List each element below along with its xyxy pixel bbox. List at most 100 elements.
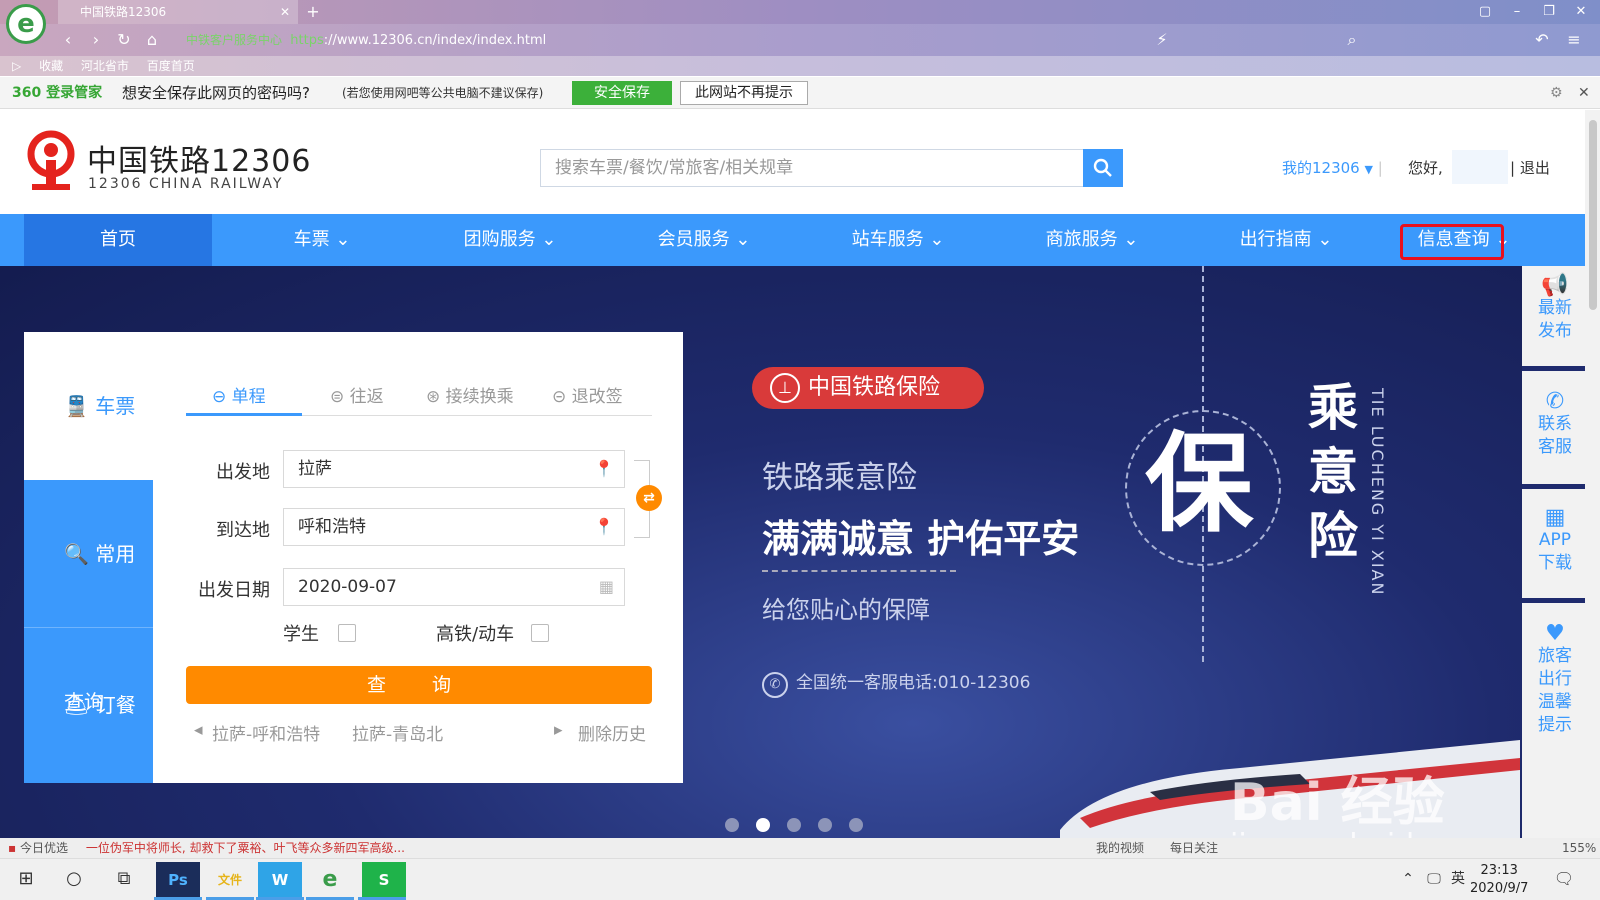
lightning-icon[interactable]: ⚡ [1150, 28, 1174, 52]
settings-icon[interactable]: ⚙ [1550, 77, 1563, 109]
my12306-link[interactable]: 我的12306 ▼ | [1282, 157, 1383, 178]
trip-tab-refund[interactable]: ⊝ 退改签 [552, 382, 623, 416]
carousel-dot[interactable] [725, 818, 739, 832]
site-search-input[interactable]: 搜索车票/餐饮/常旅客/相关规章 [540, 149, 1084, 187]
safe-save-button[interactable]: 安全保存 [572, 81, 672, 105]
hotline-text: 全国统一客服电话:010-12306 [796, 673, 1031, 693]
close-tab-icon[interactable]: ✕ [280, 0, 290, 24]
trip-tab-transfer[interactable]: ⊛ 接续换乘 [426, 382, 514, 416]
menu-icon[interactable]: ≡ [1562, 28, 1586, 52]
nav-guide[interactable]: 出行指南 ⌄ [1216, 214, 1356, 266]
minimize-icon[interactable]: – [1502, 0, 1532, 24]
nav-member[interactable]: 会员服务 ⌄ [634, 214, 774, 266]
side-service[interactable]: ✆ 联系客服 [1530, 390, 1580, 459]
from-input[interactable]: 拉萨 📍 [283, 450, 625, 488]
word-app-icon[interactable]: W [258, 862, 302, 898]
today-picks[interactable]: 今日优选 [20, 841, 68, 855]
carousel-dot[interactable] [849, 818, 863, 832]
cert-label: 中铁客户服务中心 [186, 33, 283, 47]
student-checkbox[interactable] [338, 624, 356, 642]
file-explorer-icon[interactable]: 文件 [208, 862, 252, 898]
fav-item[interactable]: 河北省市 [81, 59, 129, 73]
tab-common-query[interactable]: 🔍 常用查询 [24, 480, 153, 714]
highspeed-checkbox[interactable] [531, 624, 549, 642]
phone-icon: ✆ [762, 672, 788, 698]
daily-follow-link[interactable]: 每日关注 [1170, 838, 1218, 858]
site-title[interactable]: 中国铁路12306 [87, 136, 311, 180]
back-icon[interactable]: ‹ [56, 28, 80, 52]
logout-link[interactable]: | 退出 [1510, 157, 1550, 178]
search-icon[interactable]: ⌕ [1340, 28, 1364, 52]
skin-icon[interactable]: ▢ [1470, 0, 1500, 24]
nav-home[interactable]: 首页 [24, 214, 212, 266]
trip-tab-oneway[interactable]: ⊖ 单程 [212, 382, 266, 416]
never-prompt-button[interactable]: 此网站不再提示 [680, 81, 808, 105]
clock[interactable]: 23:13 2020/9/7 [1470, 862, 1528, 898]
china-railway-logo-icon[interactable] [24, 130, 78, 192]
logout-label: 退出 [1519, 159, 1550, 177]
restore-icon[interactable]: ❐ [1534, 0, 1564, 24]
to-input[interactable]: 呼和浩特 📍 [283, 508, 625, 546]
zoom-level[interactable]: 155% [1562, 838, 1596, 858]
carousel-dot-active[interactable] [756, 818, 770, 832]
history-prev-icon[interactable]: ◂ [194, 720, 203, 740]
insurance-pill[interactable]: ⊥ 中国铁路保险 [752, 367, 984, 409]
date-input[interactable]: 2020-09-07 ▦ [283, 568, 625, 606]
fav-item[interactable]: 收藏 [39, 59, 63, 73]
site-search-button[interactable] [1083, 149, 1123, 187]
ad-hotline: ✆ 全国统一客服电话:010-12306 [762, 668, 1030, 698]
qr-code-icon: ▦ [1544, 505, 1566, 530]
new-tab-button[interactable]: + [302, 0, 324, 24]
browser-logo-icon[interactable]: e [6, 4, 46, 44]
carousel-dot[interactable] [818, 818, 832, 832]
query-button[interactable]: 查 询 [186, 666, 652, 704]
active-tab-underline [186, 413, 302, 416]
carousel-dot[interactable] [787, 818, 801, 832]
task-view-icon[interactable]: ⧉ [106, 862, 142, 896]
home-icon[interactable]: ⌂ [140, 28, 164, 52]
tab-label: 车票 [95, 394, 136, 418]
username[interactable] [1452, 150, 1508, 184]
my-video-link[interactable]: 我的视频 [1096, 838, 1144, 858]
undo-icon[interactable]: ↶ [1530, 28, 1554, 52]
side-tips[interactable]: ♥ 旅客出行温馨提示 [1530, 622, 1580, 737]
url-field[interactable]: 中铁客户服务中心 https://www.12306.cn/index/inde… [186, 28, 1146, 52]
forward-icon[interactable]: › [84, 28, 108, 52]
cortana-icon[interactable]: ○ [56, 862, 92, 896]
fav-item[interactable]: 百度首页 [147, 59, 195, 73]
side-app[interactable]: ▦ APP下载 [1530, 506, 1580, 575]
url-scheme: https [290, 33, 324, 48]
nav-label: 会员服务 [657, 229, 730, 250]
history-item[interactable]: 拉萨-呼和浩特 [212, 720, 320, 745]
nav-group[interactable]: 团购服务 ⌄ [440, 214, 580, 266]
nav-station[interactable]: 站车服务 ⌄ [828, 214, 968, 266]
trip-tab-return[interactable]: ⊜ 往返 [330, 382, 384, 416]
nav-tickets[interactable]: 车票 ⌄ [262, 214, 382, 266]
refresh-icon[interactable]: ↻ [112, 28, 136, 52]
side-latest[interactable]: 📢 最新发布 [1530, 274, 1580, 343]
side-separator [1522, 484, 1585, 489]
tab-meal[interactable]: 🛎 订餐 [24, 628, 153, 783]
side-separator [1522, 598, 1585, 603]
pinyin-text: TIE LUCHENG YI XIAN [1368, 388, 1387, 597]
history-next-icon[interactable]: ▸ [554, 720, 563, 740]
nav-business[interactable]: 商旅服务 ⌄ [1022, 214, 1162, 266]
tab-tickets[interactable]: 🚆 车票 [24, 332, 153, 480]
delete-history-link[interactable]: 删除历史 [578, 720, 646, 745]
notification-icon[interactable]: 🗨 [1546, 862, 1582, 896]
photoshop-app-icon[interactable]: Ps [156, 862, 200, 898]
scrollbar-thumb[interactable] [1589, 120, 1597, 310]
tab-title: 中国铁路12306 [80, 5, 167, 19]
history-item[interactable]: 拉萨-青岛北 [352, 720, 443, 745]
fav-expand-icon[interactable]: ▷ [12, 59, 21, 73]
close-bar-icon[interactable]: ✕ [1578, 77, 1590, 109]
news-ticker[interactable]: 一位伪军中将师长, 却救下了粟裕、叶飞等众多新四军高级... [86, 841, 405, 855]
browser-tab[interactable]: 中国铁路12306 ✕ [58, 0, 298, 24]
360-browser-app-icon[interactable]: e [308, 862, 352, 898]
side-label: 旅客出行温馨提示 [1538, 646, 1572, 735]
spreadsheet-app-icon[interactable]: S [362, 862, 406, 898]
windows-start-icon[interactable]: ⊞ [8, 862, 44, 896]
swap-stations-icon[interactable]: ⇄ [636, 485, 662, 511]
close-window-icon[interactable]: ✕ [1566, 0, 1596, 24]
nav-label: 出行指南 [1239, 229, 1312, 250]
